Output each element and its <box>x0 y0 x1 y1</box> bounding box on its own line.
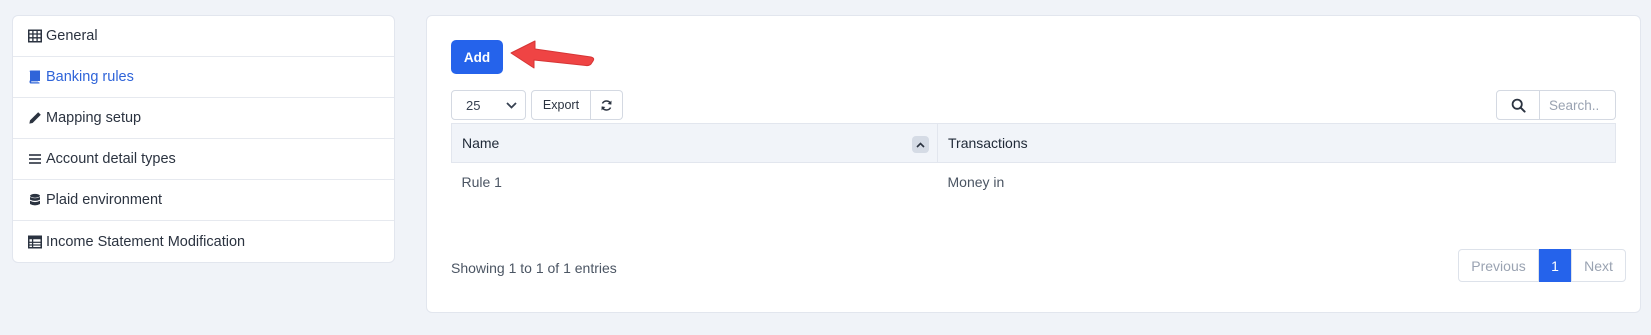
pencil-icon <box>27 111 42 126</box>
banking-rules-panel: Add 25 Export Search.. Name Transactions… <box>426 15 1641 313</box>
table-actions: Export <box>531 90 623 120</box>
column-header-label: Transactions <box>948 135 1028 151</box>
cell-name: Rule 1 <box>461 174 502 191</box>
sidebar-item-label: General <box>46 28 98 44</box>
sidebar-item-label: Banking rules <box>46 69 134 85</box>
database-icon <box>27 193 42 208</box>
sidebar-item-income-statement-modification[interactable]: Income Statement Modification <box>13 221 394 262</box>
sidebar-item-account-detail-types[interactable]: Account detail types <box>13 139 394 180</box>
sidebar-item-plaid-environment[interactable]: Plaid environment <box>13 180 394 221</box>
sidebar-item-banking-rules[interactable]: Banking rules <box>13 57 394 98</box>
page-1-button[interactable]: 1 <box>1539 249 1571 282</box>
next-page-button[interactable]: Next <box>1571 249 1626 282</box>
previous-page-button[interactable]: Previous <box>1458 249 1539 282</box>
table-list-icon <box>27 234 42 249</box>
sidebar-item-general[interactable]: General <box>13 16 394 57</box>
red-arrow-annotation <box>510 40 595 69</box>
column-header-transactions[interactable]: Transactions <box>937 123 1616 163</box>
search-input[interactable] <box>1540 90 1616 120</box>
column-header-label: Name <box>462 135 500 151</box>
table-header-row: Name Transactions <box>451 123 1616 163</box>
sidebar-item-label: Mapping setup <box>46 110 142 126</box>
table-grid-icon <box>27 29 42 44</box>
column-header-name[interactable]: Name <box>451 123 938 163</box>
export-button[interactable]: Export <box>531 90 591 120</box>
table-info: Showing 1 to 1 of 1 entries <box>451 260 617 276</box>
sidebar-item-label: Income Statement Modification <box>46 233 246 250</box>
page-length-select[interactable]: 25 <box>451 90 526 120</box>
refresh-icon <box>601 99 612 111</box>
sidebar-item-label: Account detail types <box>46 151 176 167</box>
page-length-value: 25 <box>466 97 481 113</box>
book-icon <box>27 70 42 85</box>
chevron-down-icon <box>506 101 517 109</box>
search-button[interactable] <box>1496 90 1540 120</box>
sidebar-item-label: Plaid environment <box>46 192 163 208</box>
list-icon <box>27 152 42 167</box>
sort-ascending-icon <box>912 136 929 153</box>
add-button[interactable]: Add <box>451 40 503 74</box>
table-search <box>1496 90 1616 120</box>
refresh-button[interactable] <box>591 90 623 120</box>
cell-transactions: Money in <box>947 174 1005 191</box>
settings-sidebar: General Banking rules Mapping setup Acco… <box>12 15 395 263</box>
search-icon <box>1511 98 1526 113</box>
banking-rules-table: Name Transactions Rule 1 Money in <box>451 123 1616 202</box>
pagination: Previous 1 Next <box>1458 249 1626 282</box>
table-row[interactable]: Rule 1 Money in <box>452 163 1616 202</box>
sidebar-item-mapping-setup[interactable]: Mapping setup <box>13 98 394 139</box>
